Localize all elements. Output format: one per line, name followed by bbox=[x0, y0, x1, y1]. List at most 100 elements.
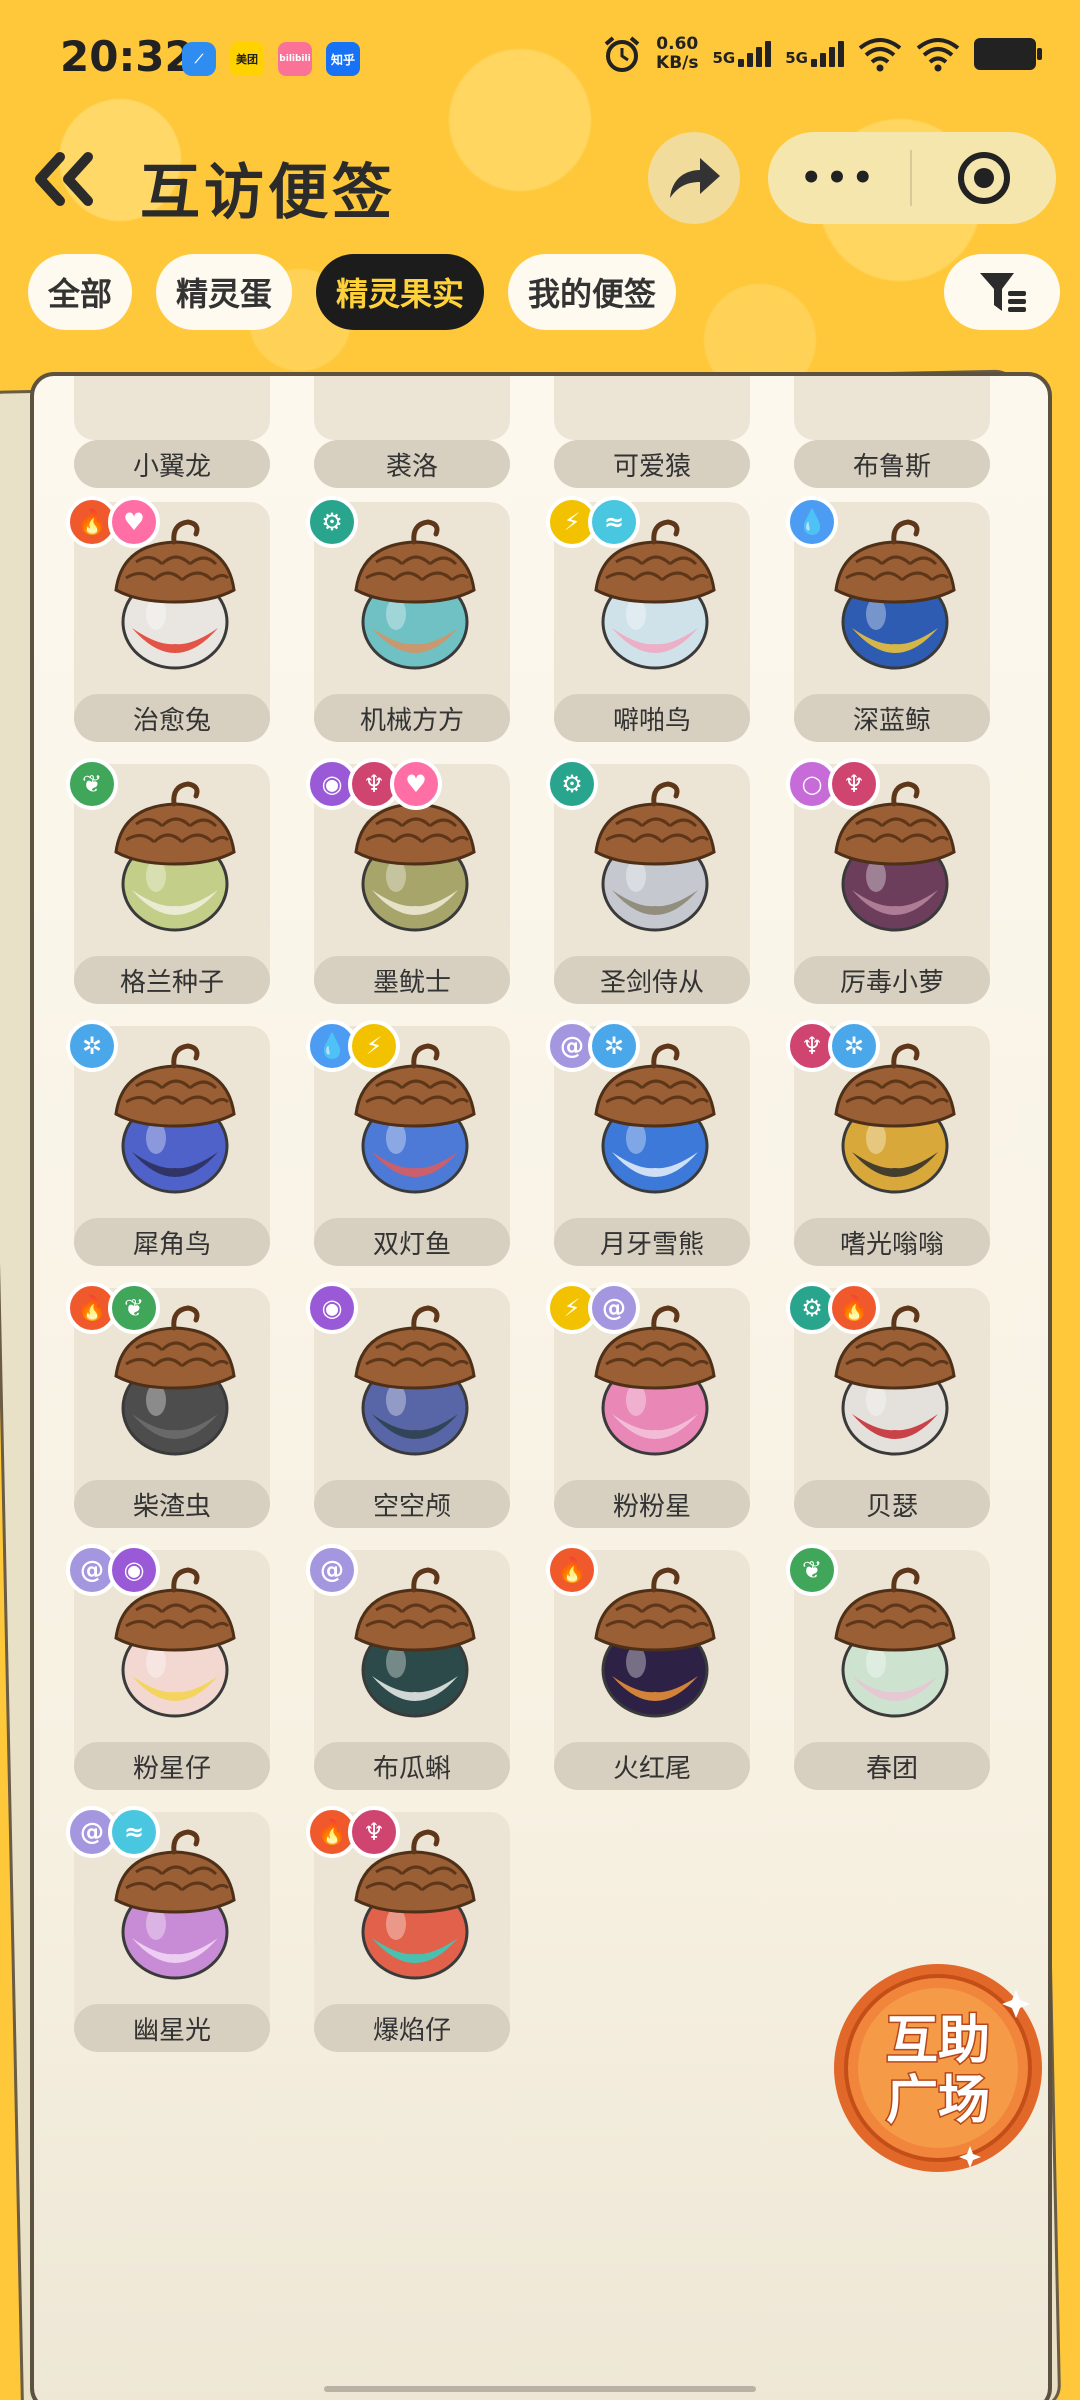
gear-attribute-icon: ⚙ bbox=[546, 758, 598, 810]
fruit-name: 墨鱿士 bbox=[314, 956, 510, 1004]
swirl-attribute-icon: @ bbox=[306, 1544, 358, 1596]
fruit-card[interactable]: ❦ 春团 bbox=[786, 1544, 990, 1790]
fruit-card[interactable]: 🔥 ❦ 柴渣虫 bbox=[66, 1282, 270, 1528]
fruit-card[interactable]: 布鲁斯 bbox=[794, 376, 990, 488]
fire-attribute-icon: 🔥 bbox=[828, 1282, 880, 1334]
page-title: 互访便签 bbox=[140, 158, 396, 228]
attribute-badges: ◉ bbox=[306, 1282, 358, 1334]
attribute-badges: ❦ bbox=[786, 1544, 838, 1596]
wing-attribute-icon: ≈ bbox=[588, 496, 640, 548]
fruit-card[interactable]: ⚡ @ 粉粉星 bbox=[546, 1282, 750, 1528]
tab-all[interactable]: 全部 bbox=[28, 254, 133, 330]
devil-attribute-icon: ♆ bbox=[828, 758, 880, 810]
attribute-badges: ⚙ 🔥 bbox=[786, 1282, 880, 1334]
attribute-badges: ♆ ✲ bbox=[786, 1020, 880, 1072]
fruit-card[interactable]: 🔥 ♥ 治愈兔 bbox=[66, 496, 270, 742]
fruit-card[interactable]: @ 布瓜蝌 bbox=[306, 1544, 510, 1790]
tab-eggs[interactable]: 精灵蛋 bbox=[156, 254, 293, 330]
fruit-name: 犀角鸟 bbox=[74, 1218, 270, 1266]
fruit-name: 深蓝鲸 bbox=[794, 694, 990, 742]
fruit-card[interactable]: ○ ♆ 厉毒小萝 bbox=[786, 758, 990, 1004]
help-plaza-badge-icon: 互助 广场 bbox=[834, 1964, 1042, 2172]
fruit-card[interactable]: @ ✲ 月牙雪熊 bbox=[546, 1020, 750, 1266]
fruit-card[interactable]: 可爱猿 bbox=[554, 376, 750, 488]
zhihu-icon: 知乎 bbox=[326, 42, 360, 76]
gear-attribute-icon: ⚙ bbox=[306, 496, 358, 548]
fruit-name: 双灯鱼 bbox=[314, 1218, 510, 1266]
acorn-fruit-icon bbox=[834, 519, 956, 670]
fruit-card[interactable]: 裘洛 bbox=[314, 376, 510, 488]
fruit-card[interactable]: ♆ ✲ 嗜光嗡嗡 bbox=[786, 1020, 990, 1266]
bilibili-icon: bilibili bbox=[278, 42, 312, 76]
ice-attribute-icon: ✲ bbox=[828, 1020, 880, 1072]
heart-attribute-icon: ♥ bbox=[390, 758, 442, 810]
signal-bars-icon bbox=[811, 41, 844, 67]
fruit-card[interactable]: 小翼龙 bbox=[74, 376, 270, 488]
ghost-attribute-icon: ◉ bbox=[306, 1282, 358, 1334]
attribute-badges: ◉ ♆ ♥ bbox=[306, 758, 442, 810]
fruit-card[interactable]: 💧 ⚡ 双灯鱼 bbox=[306, 1020, 510, 1266]
fruit-name: 春团 bbox=[794, 1742, 990, 1790]
fruit-name: 月牙雪熊 bbox=[554, 1218, 750, 1266]
fruit-card[interactable]: ❦ 格兰种子 bbox=[66, 758, 270, 1004]
fruit-card-frame bbox=[554, 376, 750, 440]
fruit-card-frame bbox=[74, 376, 270, 440]
acorn-fruit-icon bbox=[114, 781, 236, 932]
attribute-badges: ⚙ bbox=[546, 758, 598, 810]
fruit-name: 可爱猿 bbox=[554, 440, 750, 488]
fruit-name: 爆焰仔 bbox=[314, 2004, 510, 2052]
share-arrow-icon bbox=[670, 158, 720, 198]
filter-button[interactable] bbox=[944, 254, 1060, 330]
acorn-fruit-icon bbox=[354, 1567, 476, 1718]
wifi-icon bbox=[858, 38, 902, 72]
heart-attribute-icon: ♥ bbox=[108, 496, 160, 548]
fruit-card[interactable]: 🔥 ♆ 爆焰仔 bbox=[306, 1806, 510, 2052]
fruit-card-frame bbox=[314, 376, 510, 440]
fruit-card[interactable]: ◉ 空空颅 bbox=[306, 1282, 510, 1528]
bolt-attribute-icon: ⚡ bbox=[348, 1020, 400, 1072]
fruit-name: 幽星光 bbox=[74, 2004, 270, 2052]
water-attribute-icon: 💧 bbox=[786, 496, 838, 548]
alarm-icon bbox=[604, 36, 640, 72]
fruit-card[interactable]: ⚙ 圣剑侍从 bbox=[546, 758, 750, 1004]
acorn-fruit-icon bbox=[834, 1567, 956, 1718]
battery-icon bbox=[974, 38, 1042, 70]
fruit-name: 小翼龙 bbox=[74, 440, 270, 488]
attribute-badges: ⚙ bbox=[306, 496, 358, 548]
fruit-card[interactable]: ⚙ 🔥 贝瑟 bbox=[786, 1282, 990, 1528]
fruit-name: 布瓜蝌 bbox=[314, 1742, 510, 1790]
close-mini-program-button[interactable] bbox=[912, 152, 1056, 204]
acorn-fruit-icon bbox=[594, 781, 716, 932]
tab-fruits[interactable]: 精灵果实 bbox=[316, 254, 485, 330]
fruit-name: 圣剑侍从 bbox=[554, 956, 750, 1004]
fruit-card[interactable]: @ ◉ 粉星仔 bbox=[66, 1544, 270, 1790]
attribute-badges: 🔥 ♆ bbox=[306, 1806, 400, 1858]
fruit-card[interactable]: ⚡ ≈ 噼啪鸟 bbox=[546, 496, 750, 742]
fruit-card[interactable]: 🔥 火红尾 bbox=[546, 1544, 750, 1790]
ice-attribute-icon: ✲ bbox=[588, 1020, 640, 1072]
tab-my-notes[interactable]: 我的便签 bbox=[508, 254, 677, 330]
category-tabs: 全部 精灵蛋 精灵果实 我的便签 bbox=[28, 254, 677, 330]
leaf-attribute-icon: ❦ bbox=[66, 758, 118, 810]
fruit-name: 柴渣虫 bbox=[74, 1480, 270, 1528]
share-button[interactable] bbox=[648, 132, 740, 224]
more-button[interactable]: ••• bbox=[768, 158, 910, 198]
fruit-card[interactable]: @ ≈ 幽星光 bbox=[66, 1806, 270, 2052]
back-button[interactable] bbox=[30, 144, 100, 214]
fruit-name: 嗜光嗡嗡 bbox=[794, 1218, 990, 1266]
fruit-name: 粉星仔 bbox=[74, 1742, 270, 1790]
fruit-card[interactable]: ◉ ♆ ♥ 墨鱿士 bbox=[306, 758, 510, 1004]
fruit-name: 裘洛 bbox=[314, 440, 510, 488]
network-speed: 0.60 KB/s bbox=[656, 34, 699, 73]
fruit-card[interactable]: ✲ 犀角鸟 bbox=[66, 1020, 270, 1266]
app-notification-icon: ⟋ bbox=[182, 42, 216, 76]
fruit-card[interactable]: 💧 深蓝鲸 bbox=[786, 496, 990, 742]
attribute-badges: ✲ bbox=[66, 1020, 118, 1072]
app-header: 互访便签 ••• bbox=[0, 120, 1080, 240]
help-plaza-button[interactable]: 互助 广场 bbox=[820, 1950, 1056, 2186]
help-plaza-line2: 广场 bbox=[886, 2071, 990, 2131]
signal-1: 5G bbox=[713, 41, 772, 67]
fruit-card[interactable]: ⚙ 机械方方 bbox=[306, 496, 510, 742]
attribute-badges: 💧 bbox=[786, 496, 838, 548]
wing-attribute-icon: ≈ bbox=[108, 1806, 160, 1858]
